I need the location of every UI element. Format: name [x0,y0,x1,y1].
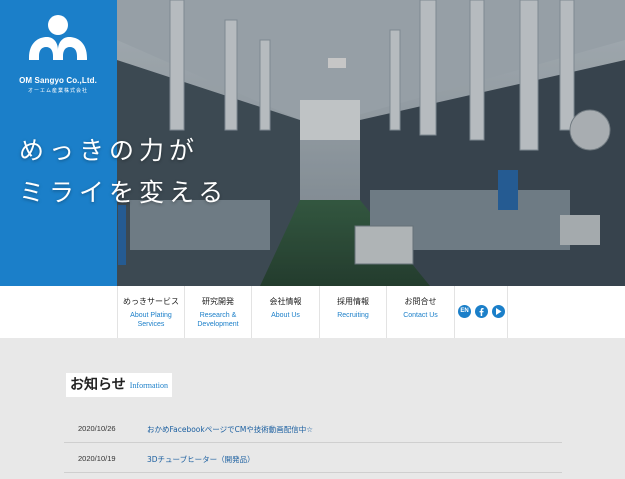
news-item[interactable]: 2020/10/26 おかめFacebookページでCMや技術動画配信中☆ [64,413,562,443]
company-logo[interactable]: OM Sangyo Co.,Ltd. オーエム産業株式会社 [15,14,101,94]
nav-label-jp: 会社情報 [269,297,302,306]
section-heading: お知らせ Information [66,373,172,397]
global-nav: めっきサービス About Plating Services 研究開発 Rese… [0,286,625,338]
nav-label-jp: めっきサービス [123,297,179,306]
nav-label-jp: お問合せ [404,297,437,306]
nav-label-en: Contact Us [403,312,438,319]
section-heading-en: Information [129,381,168,390]
information-section: お知らせ Information 2020/10/26 おかめFacebookペー… [0,338,625,479]
nav-label-en: About Plating Services [130,312,172,328]
section-heading-jp: お知らせ [70,377,126,393]
language-en-button[interactable]: EN [458,305,471,318]
news-title[interactable]: 3Dチューブヒーター（開発品） [147,454,255,465]
company-name-jp: オーエム産業株式会社 [27,88,88,94]
hero-banner: OM Sangyo Co.,Ltd. オーエム産業株式会社 めっきの力が ミライ… [0,0,625,286]
play-icon[interactable] [492,305,505,318]
facebook-icon[interactable] [475,305,488,318]
nav-item-about-us[interactable]: 会社情報 About Us [251,286,319,338]
logo-mark-icon [29,15,87,60]
nav-label-en: Research & Development [197,312,239,328]
hero-catchphrase-line1: めっきの力が [19,136,200,165]
nav-label-jp: 研究開発 [202,297,234,306]
page: OM Sangyo Co.,Ltd. オーエム産業株式会社 めっきの力が ミライ… [0,0,625,479]
news-item[interactable]: 2020/10/19 3Dチューブヒーター（開発品） [64,443,562,473]
hero-catchphrase-line2: ミライを変える [19,178,229,207]
news-date: 2020/10/26 [78,424,116,433]
nav-label-jp: 採用情報 [337,297,369,306]
nav-item-research[interactable]: 研究開発 Research & Development [184,286,251,338]
news-date: 2020/10/19 [78,454,116,463]
nav-social-links: EN [454,286,508,338]
nav-item-contact[interactable]: お問合せ Contact Us [386,286,454,338]
nav-item-plating-services[interactable]: めっきサービス About Plating Services [117,286,184,338]
nav-label-en: Recruiting [337,312,369,319]
nav-label-en: About Us [271,312,300,319]
news-title[interactable]: おかめFacebookページでCMや技術動画配信中☆ [147,424,313,435]
company-name-en: OM Sangyo Co.,Ltd. [19,76,97,85]
nav-item-recruiting[interactable]: 採用情報 Recruiting [319,286,386,338]
